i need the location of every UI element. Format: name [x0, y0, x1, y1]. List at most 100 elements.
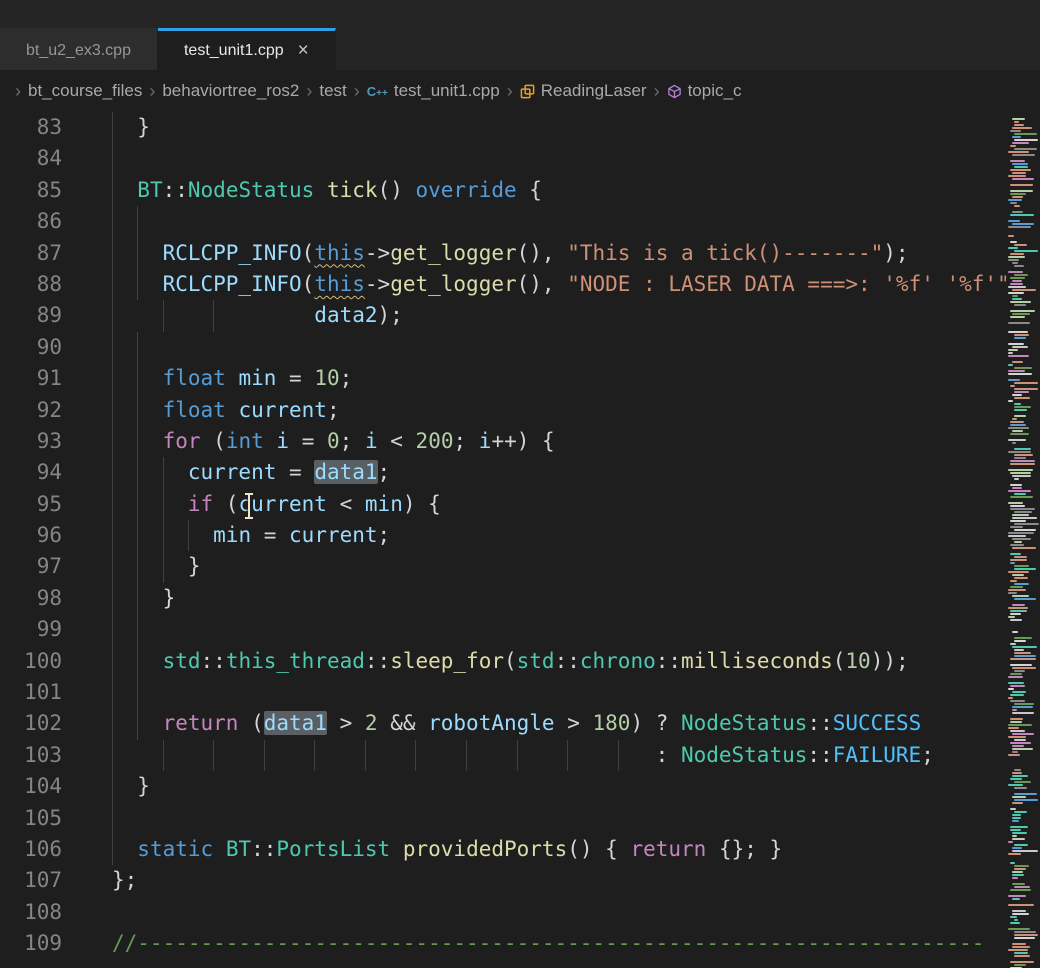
minimap-row: [1006, 358, 1040, 360]
code-line[interactable]: 96 min = current;: [0, 520, 1040, 551]
code-line[interactable]: 93 for (int i = 0; i < 200; i++) {: [0, 426, 1040, 457]
minimap-row: [1014, 139, 1038, 141]
line-number[interactable]: 85: [0, 175, 62, 206]
code-line[interactable]: 91 float min = 10;: [0, 363, 1040, 394]
breadcrumb: ›bt_course_files›behaviortree_ros2›test›…: [0, 70, 1040, 112]
line-number[interactable]: 99: [0, 614, 62, 645]
code-line[interactable]: 97 }: [0, 551, 1040, 582]
code-line[interactable]: 108: [0, 897, 1040, 928]
line-number[interactable]: 104: [0, 771, 62, 802]
minimap-row: [1010, 472, 1031, 474]
minimap-row: [1008, 370, 1025, 372]
line-number[interactable]: 109: [0, 928, 62, 959]
code-line[interactable]: 98 }: [0, 583, 1040, 614]
minimap-row: [1006, 760, 1040, 762]
breadcrumb-item[interactable]: topic_c: [667, 81, 742, 101]
chevron-right-icon: ›: [507, 81, 513, 102]
minimap-row: [1006, 859, 1040, 861]
code-token: (: [302, 241, 315, 265]
breadcrumb-item[interactable]: bt_course_files: [28, 81, 142, 101]
code-line[interactable]: 90: [0, 332, 1040, 363]
code-line[interactable]: 94 current = data1;: [0, 457, 1040, 488]
code-token: RCLCPP_INFO: [163, 241, 302, 265]
line-number[interactable]: 94: [0, 457, 62, 488]
code-token: =: [276, 460, 314, 484]
line-number[interactable]: 98: [0, 583, 62, 614]
minimap-row: [1010, 190, 1033, 192]
minimap-row: [1006, 901, 1040, 903]
breadcrumb-item[interactable]: test: [319, 81, 346, 101]
tab-close-icon[interactable]: ×: [298, 41, 309, 60]
minimap-row: [1012, 538, 1031, 540]
line-number[interactable]: 97: [0, 551, 62, 582]
code-line[interactable]: 95 if (current < min) {: [0, 489, 1040, 520]
line-number[interactable]: 87: [0, 238, 62, 269]
minimap-row: [1012, 898, 1020, 900]
minimap-row: [1014, 844, 1028, 846]
code-token: this: [314, 241, 365, 265]
line-number[interactable]: 89: [0, 300, 62, 331]
indent-guide: [137, 395, 138, 426]
code-token: ::: [656, 649, 681, 673]
line-number[interactable]: 91: [0, 363, 62, 394]
code-line[interactable]: 88 RCLCPP_INFO(this->get_logger(), "NODE…: [0, 269, 1040, 300]
line-number[interactable]: 96: [0, 520, 62, 551]
minimap-row: [1012, 136, 1021, 138]
class-symbol-icon: [520, 84, 535, 99]
code-line[interactable]: 89 data2);: [0, 300, 1040, 331]
code-line[interactable]: 104 }: [0, 771, 1040, 802]
minimap-row: [1010, 559, 1027, 561]
editor-tab[interactable]: bt_u2_ex3.cpp: [0, 28, 158, 70]
code-line[interactable]: 101: [0, 677, 1040, 708]
code-line[interactable]: 107};: [0, 865, 1040, 896]
line-number[interactable]: 102: [0, 708, 62, 739]
breadcrumb-item[interactable]: ReadingLaser: [520, 81, 647, 101]
line-number[interactable]: 106: [0, 834, 62, 865]
code-token: i: [479, 429, 492, 453]
code-line[interactable]: 83 }: [0, 112, 1040, 143]
code-line[interactable]: 87 RCLCPP_INFO(this->get_logger(), "This…: [0, 238, 1040, 269]
line-number[interactable]: 93: [0, 426, 62, 457]
breadcrumb-item[interactable]: C++test_unit1.cpp: [367, 81, 500, 101]
code-line[interactable]: 99: [0, 614, 1040, 645]
code-line[interactable]: 100 std::this_thread::sleep_for(std::chr…: [0, 646, 1040, 677]
line-content: if (current < min) {: [112, 489, 441, 520]
minimap-row: [1008, 199, 1022, 201]
code-line[interactable]: 109//-----------------------------------…: [0, 928, 1040, 959]
code-line[interactable]: 102 return (data1 > 2 && robotAngle > 18…: [0, 708, 1040, 739]
line-number[interactable]: 100: [0, 646, 62, 677]
code-editor[interactable]: 83 }8485 BT::NodeStatus tick() override …: [0, 112, 1040, 968]
code-line[interactable]: 105: [0, 803, 1040, 834]
line-number[interactable]: 101: [0, 677, 62, 708]
code-line[interactable]: 92 float current;: [0, 395, 1040, 426]
breadcrumb-item[interactable]: behaviortree_ros2: [162, 81, 299, 101]
code-token: BT: [137, 178, 162, 202]
code-token: =: [251, 523, 289, 547]
code-token: :: [656, 743, 681, 767]
line-number[interactable]: 107: [0, 865, 62, 896]
line-number[interactable]: 108: [0, 897, 62, 928]
line-number[interactable]: 103: [0, 740, 62, 771]
line-number[interactable]: 83: [0, 112, 62, 143]
line-content: for (int i = 0; i < 200; i++) {: [112, 426, 555, 457]
code-line[interactable]: 85 BT::NodeStatus tick() override {: [0, 175, 1040, 206]
line-number[interactable]: 88: [0, 269, 62, 300]
indent-guide: [112, 489, 113, 520]
code-line[interactable]: 106 static BT::PortsList providedPorts()…: [0, 834, 1040, 865]
line-number[interactable]: 84: [0, 143, 62, 174]
line-number[interactable]: 86: [0, 206, 62, 237]
line-number[interactable]: 90: [0, 332, 62, 363]
minimap-row: [1012, 838, 1025, 840]
minimap[interactable]: [1006, 112, 1040, 968]
code-line[interactable]: 84: [0, 143, 1040, 174]
code-line[interactable]: 103 : NodeStatus::FAILURE;: [0, 740, 1040, 771]
line-number[interactable]: 95: [0, 489, 62, 520]
code-line[interactable]: 86: [0, 206, 1040, 237]
minimap-row: [1010, 460, 1035, 462]
line-number[interactable]: 92: [0, 395, 62, 426]
minimap-row: [1008, 226, 1031, 228]
indent-guide: [112, 238, 113, 269]
code-area[interactable]: 83 }8485 BT::NodeStatus tick() override …: [0, 112, 1040, 960]
line-number[interactable]: 105: [0, 803, 62, 834]
editor-tab[interactable]: test_unit1.cpp×: [158, 28, 336, 70]
